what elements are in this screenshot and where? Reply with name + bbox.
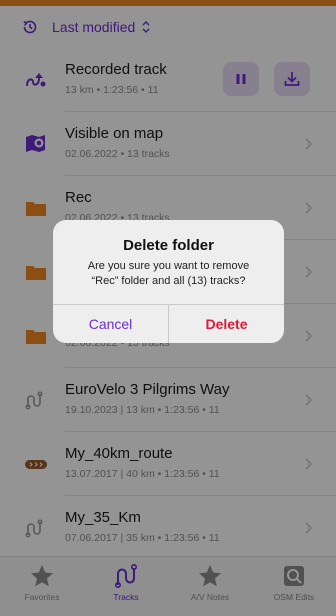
cancel-button[interactable]: Cancel	[53, 305, 169, 343]
delete-button[interactable]: Delete	[169, 305, 284, 343]
dialog-title: Delete folder	[123, 237, 214, 254]
dialog-message: Are you sure you want to remove “Rec” fo…	[53, 259, 284, 289]
delete-folder-dialog: Delete folder Are you sure you want to r…	[53, 220, 284, 343]
dialog-message-line: “Rec” folder and all (13) tracks?	[91, 275, 246, 287]
dialog-message-line: Are you sure you want to remove	[87, 260, 250, 272]
dialog-buttons: Cancel Delete	[53, 304, 284, 343]
